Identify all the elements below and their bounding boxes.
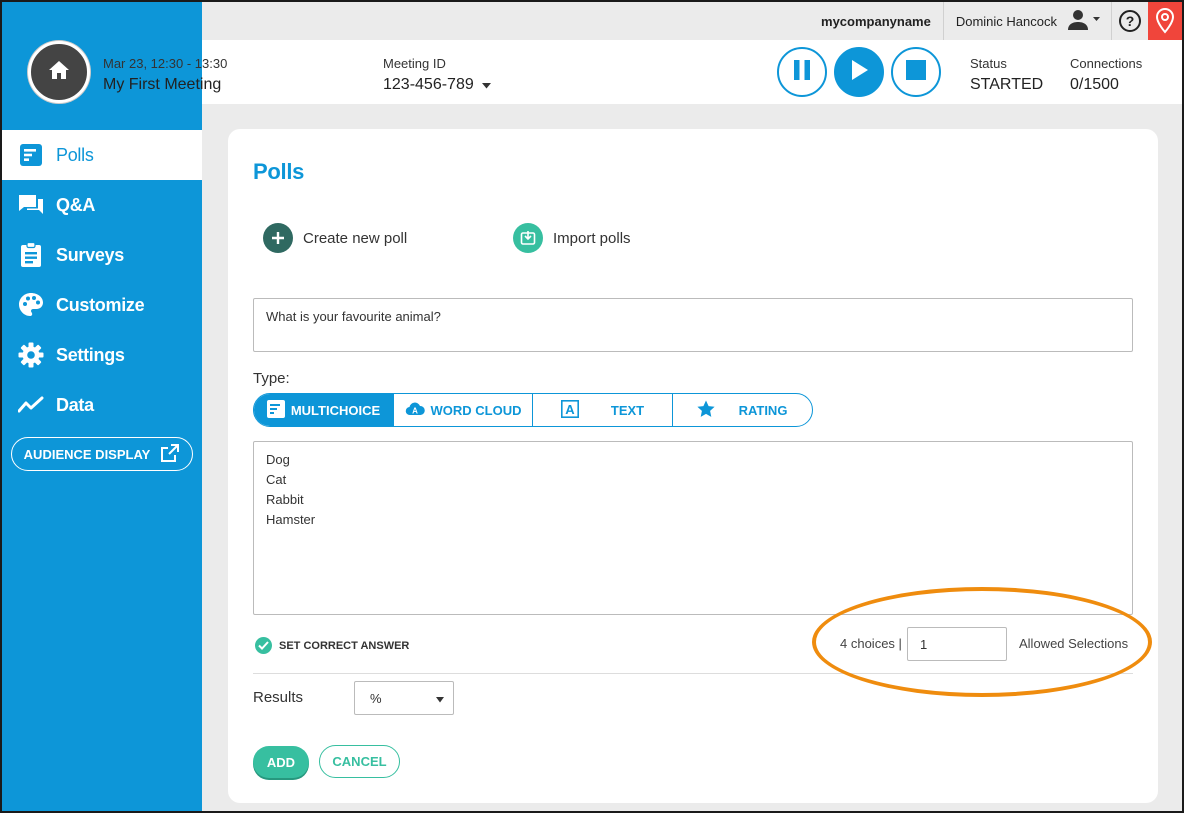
svg-text:?: ?	[1126, 13, 1135, 29]
app-window: Polls Q&A Surveys Customize Settings Dat…	[0, 0, 1184, 813]
palette-icon	[18, 292, 44, 318]
location-pin-icon[interactable]	[1148, 2, 1182, 40]
plus-icon	[263, 223, 293, 253]
polls-icon	[18, 142, 44, 168]
chevron-down-icon	[481, 76, 491, 94]
chart-line-icon	[18, 392, 44, 418]
check-circle-icon	[255, 637, 272, 654]
create-poll-button[interactable]: Create new poll	[263, 223, 407, 253]
type-rating-button[interactable]: RATING	[673, 394, 811, 426]
connections-label: Connections	[1070, 56, 1143, 71]
allowed-selections-input[interactable]	[907, 627, 1007, 661]
results-select-value: %	[370, 690, 382, 706]
audience-display-button[interactable]: AUDIENCE DISPLAY	[11, 437, 193, 471]
choice-count: 4 choices |	[840, 636, 902, 651]
meeting-header	[202, 40, 1182, 104]
sidebar-item-label: Surveys	[56, 244, 124, 265]
set-correct-answer-toggle[interactable]: SET CORRECT ANSWER	[255, 637, 409, 654]
polls-card: Polls Create new poll Import polls What …	[228, 129, 1158, 803]
play-icon	[849, 59, 869, 86]
sidebar-item-polls[interactable]: Polls	[2, 130, 202, 180]
sidebar-item-label: Polls	[56, 144, 94, 165]
chat-icon	[18, 192, 44, 218]
status-value: STARTED	[970, 76, 1044, 93]
company-name[interactable]: mycompanyname	[809, 2, 944, 40]
connections-value: 0/1500	[1070, 76, 1119, 93]
external-link-icon	[160, 443, 180, 466]
set-correct-answer-label: SET CORRECT ANSWER	[279, 639, 410, 652]
choices-input[interactable]: Dog Cat Rabbit Hamster	[253, 441, 1133, 615]
caret-down-icon	[436, 691, 444, 706]
type-word-cloud-button[interactable]: A WORD CLOUD	[394, 394, 533, 426]
sidebar: Polls Q&A Surveys Customize Settings Dat…	[2, 2, 202, 811]
sidebar-item-qa[interactable]: Q&A	[2, 180, 202, 230]
add-button[interactable]: ADD	[253, 746, 309, 778]
word-cloud-icon: A	[405, 402, 425, 419]
clipboard-icon	[18, 242, 44, 268]
home-button[interactable]	[28, 41, 90, 103]
create-poll-label: Create new poll	[303, 229, 408, 247]
page-title: Polls	[253, 159, 305, 184]
type-label: Type:	[253, 370, 290, 387]
meeting-id-label: Meeting ID	[383, 56, 446, 71]
meeting-date: Mar 23, 12:30 - 13:30	[103, 56, 228, 71]
sidebar-item-settings[interactable]: Settings	[2, 330, 202, 380]
sidebar-item-label: Settings	[56, 344, 125, 365]
home-icon	[48, 60, 70, 85]
allowed-selections-label: Allowed Selections	[1019, 636, 1129, 651]
help-icon[interactable]: ?	[1112, 2, 1148, 40]
poll-type-selector: MULTICHOICE A WORD CLOUD A TEXT RATING	[253, 393, 813, 427]
status-label: Status	[970, 56, 1007, 71]
sidebar-item-label: Data	[56, 394, 94, 415]
type-multichoice-button[interactable]: MULTICHOICE	[254, 394, 394, 426]
text-icon: A	[560, 399, 579, 421]
meeting-title: My First Meeting	[103, 76, 222, 93]
svg-text:A: A	[565, 402, 575, 417]
meeting-id: 123-456-789	[383, 76, 474, 93]
star-icon	[696, 400, 715, 421]
svg-text:A: A	[412, 406, 418, 415]
stop-icon	[906, 59, 926, 85]
audience-display-label: AUDIENCE DISPLAY	[23, 446, 151, 462]
results-select[interactable]: %	[354, 681, 454, 715]
meeting-id-dropdown[interactable]: 123-456-789	[383, 76, 491, 94]
sidebar-item-surveys[interactable]: Surveys	[2, 230, 202, 280]
pause-icon	[792, 59, 812, 86]
sidebar-item-label: Q&A	[56, 194, 96, 215]
type-label-text: TEXT	[610, 402, 645, 418]
import-polls-button[interactable]: Import polls	[513, 223, 631, 253]
sidebar-item-label: Customize	[56, 294, 145, 315]
cancel-button[interactable]: CANCEL	[319, 745, 400, 778]
type-label-text: RATING	[738, 402, 788, 418]
import-icon	[513, 223, 543, 253]
type-text-button[interactable]: A TEXT	[533, 394, 673, 426]
top-utility-bar: mycompanyname Dominic Hancock ?	[202, 2, 1182, 40]
question-input[interactable]: What is your favourite animal?	[253, 298, 1133, 352]
gear-icon	[18, 342, 44, 368]
user-menu[interactable]: Dominic Hancock	[944, 2, 1112, 40]
pause-button[interactable]	[777, 47, 827, 97]
play-button[interactable]	[834, 47, 884, 97]
import-polls-label: Import polls	[553, 229, 631, 247]
type-label-text: WORD CLOUD	[430, 402, 522, 418]
sidebar-item-customize[interactable]: Customize	[2, 280, 202, 330]
user-name: Dominic Hancock	[955, 13, 1057, 29]
divider	[253, 673, 1133, 674]
sidebar-item-data[interactable]: Data	[2, 380, 202, 430]
multichoice-icon	[266, 399, 285, 421]
stop-button[interactable]	[891, 47, 941, 97]
results-label: Results	[253, 689, 304, 706]
type-label-text: MULTICHOICE	[290, 402, 381, 418]
user-icon	[1067, 9, 1101, 34]
